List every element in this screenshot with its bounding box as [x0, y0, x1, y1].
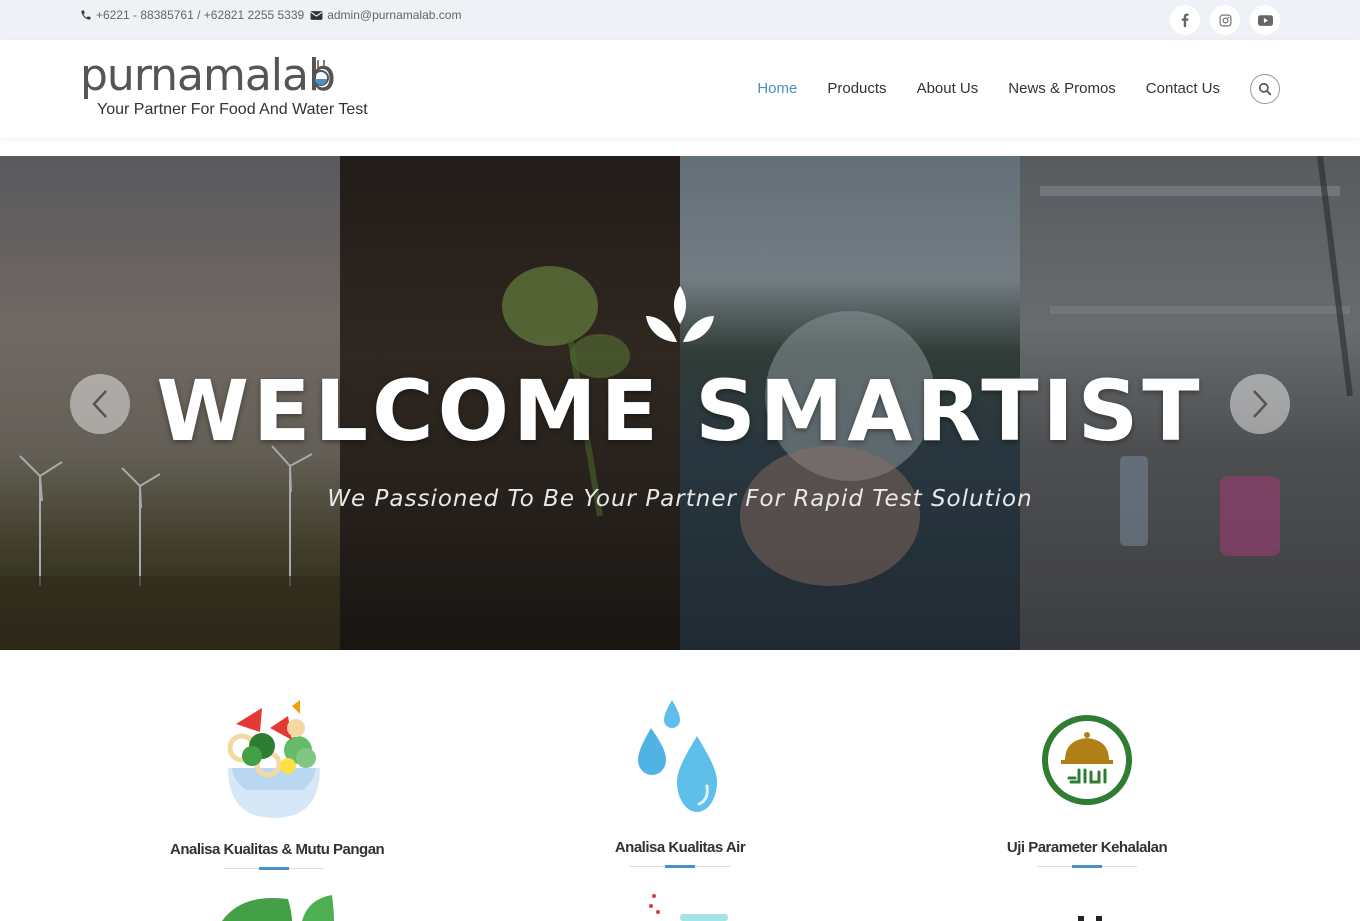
service-title: Analisa Kualitas Air — [614, 839, 746, 856]
slider-next-button[interactable] — [1230, 374, 1290, 434]
instagram-button[interactable] — [1210, 5, 1240, 35]
top-bar: +6221 - 88385761 / +62821 2255 5339 admi… — [0, 0, 1360, 40]
nav-home[interactable]: Home — [757, 80, 797, 97]
youtube-button[interactable] — [1250, 5, 1280, 35]
site-header: purnamalab Your Partner For Food And Wat… — [0, 40, 1360, 138]
nav-about-us[interactable]: About Us — [917, 80, 979, 97]
social-links — [1170, 5, 1280, 35]
email-text[interactable]: admin@purnamalab.com — [327, 8, 461, 22]
service-title: Uji Parameter Kehalalan — [1006, 839, 1168, 856]
salad-bowl-icon — [227, 700, 320, 818]
facebook-icon — [1181, 13, 1189, 27]
halal-icon — [1042, 715, 1132, 805]
partial-icon — [1078, 916, 1102, 921]
nav-products[interactable]: Products — [827, 80, 886, 97]
search-button[interactable] — [1250, 74, 1280, 104]
phone-icon — [81, 10, 91, 20]
logo-wordmark: purnamalab — [80, 50, 336, 101]
flask-icon — [313, 60, 329, 86]
service-card-food-quality[interactable]: Analisa Kualitas & Mutu Pangan — [170, 700, 385, 870]
facebook-button[interactable] — [1170, 5, 1200, 35]
email-icon — [310, 10, 323, 20]
phone-text: +6221 - 88385761 / +62821 2255 5339 — [96, 8, 305, 22]
chevron-right-icon — [1253, 390, 1268, 418]
nav-contact-us[interactable]: Contact Us — [1146, 80, 1220, 97]
site-logo[interactable]: purnamalab Your Partner For Food And Wat… — [80, 50, 380, 124]
instagram-icon — [1219, 14, 1231, 26]
slider-prev-button[interactable] — [70, 374, 130, 434]
title-underline — [1037, 865, 1137, 868]
hero-slider: WELCOME SMARTIST We Passioned To Be Your… — [0, 156, 1360, 650]
service-card-halal[interactable]: Uji Parameter Kehalalan — [992, 714, 1182, 868]
chevron-left-icon — [92, 390, 107, 418]
contact-info: +6221 - 88385761 / +62821 2255 5339 admi… — [80, 8, 461, 22]
leaf-icon — [222, 895, 334, 921]
hero-subtitle: We Passioned To Be Your Partner For Rapi… — [327, 486, 1033, 512]
main-nav: Home Products About Us News & Promos Con… — [757, 80, 1220, 97]
leaf-logo-icon — [646, 286, 714, 342]
logo-tagline: Your Partner For Food And Water Test — [97, 101, 368, 118]
nav-news-promos[interactable]: News & Promos — [1008, 80, 1116, 97]
services-section: Analisa Kualitas & Mutu Pangan Analisa K… — [0, 650, 1360, 921]
service-title: Analisa Kualitas & Mutu Pangan — [170, 841, 385, 858]
youtube-icon — [1257, 14, 1273, 26]
water-drops-icon — [638, 700, 717, 812]
title-underline — [630, 865, 730, 868]
title-underline — [224, 867, 324, 870]
test-tube-icon — [649, 894, 728, 921]
hero-title: WELCOME SMARTIST — [156, 362, 1204, 460]
search-icon — [1258, 82, 1272, 96]
service-card-water-quality[interactable]: Analisa Kualitas Air — [590, 700, 770, 868]
